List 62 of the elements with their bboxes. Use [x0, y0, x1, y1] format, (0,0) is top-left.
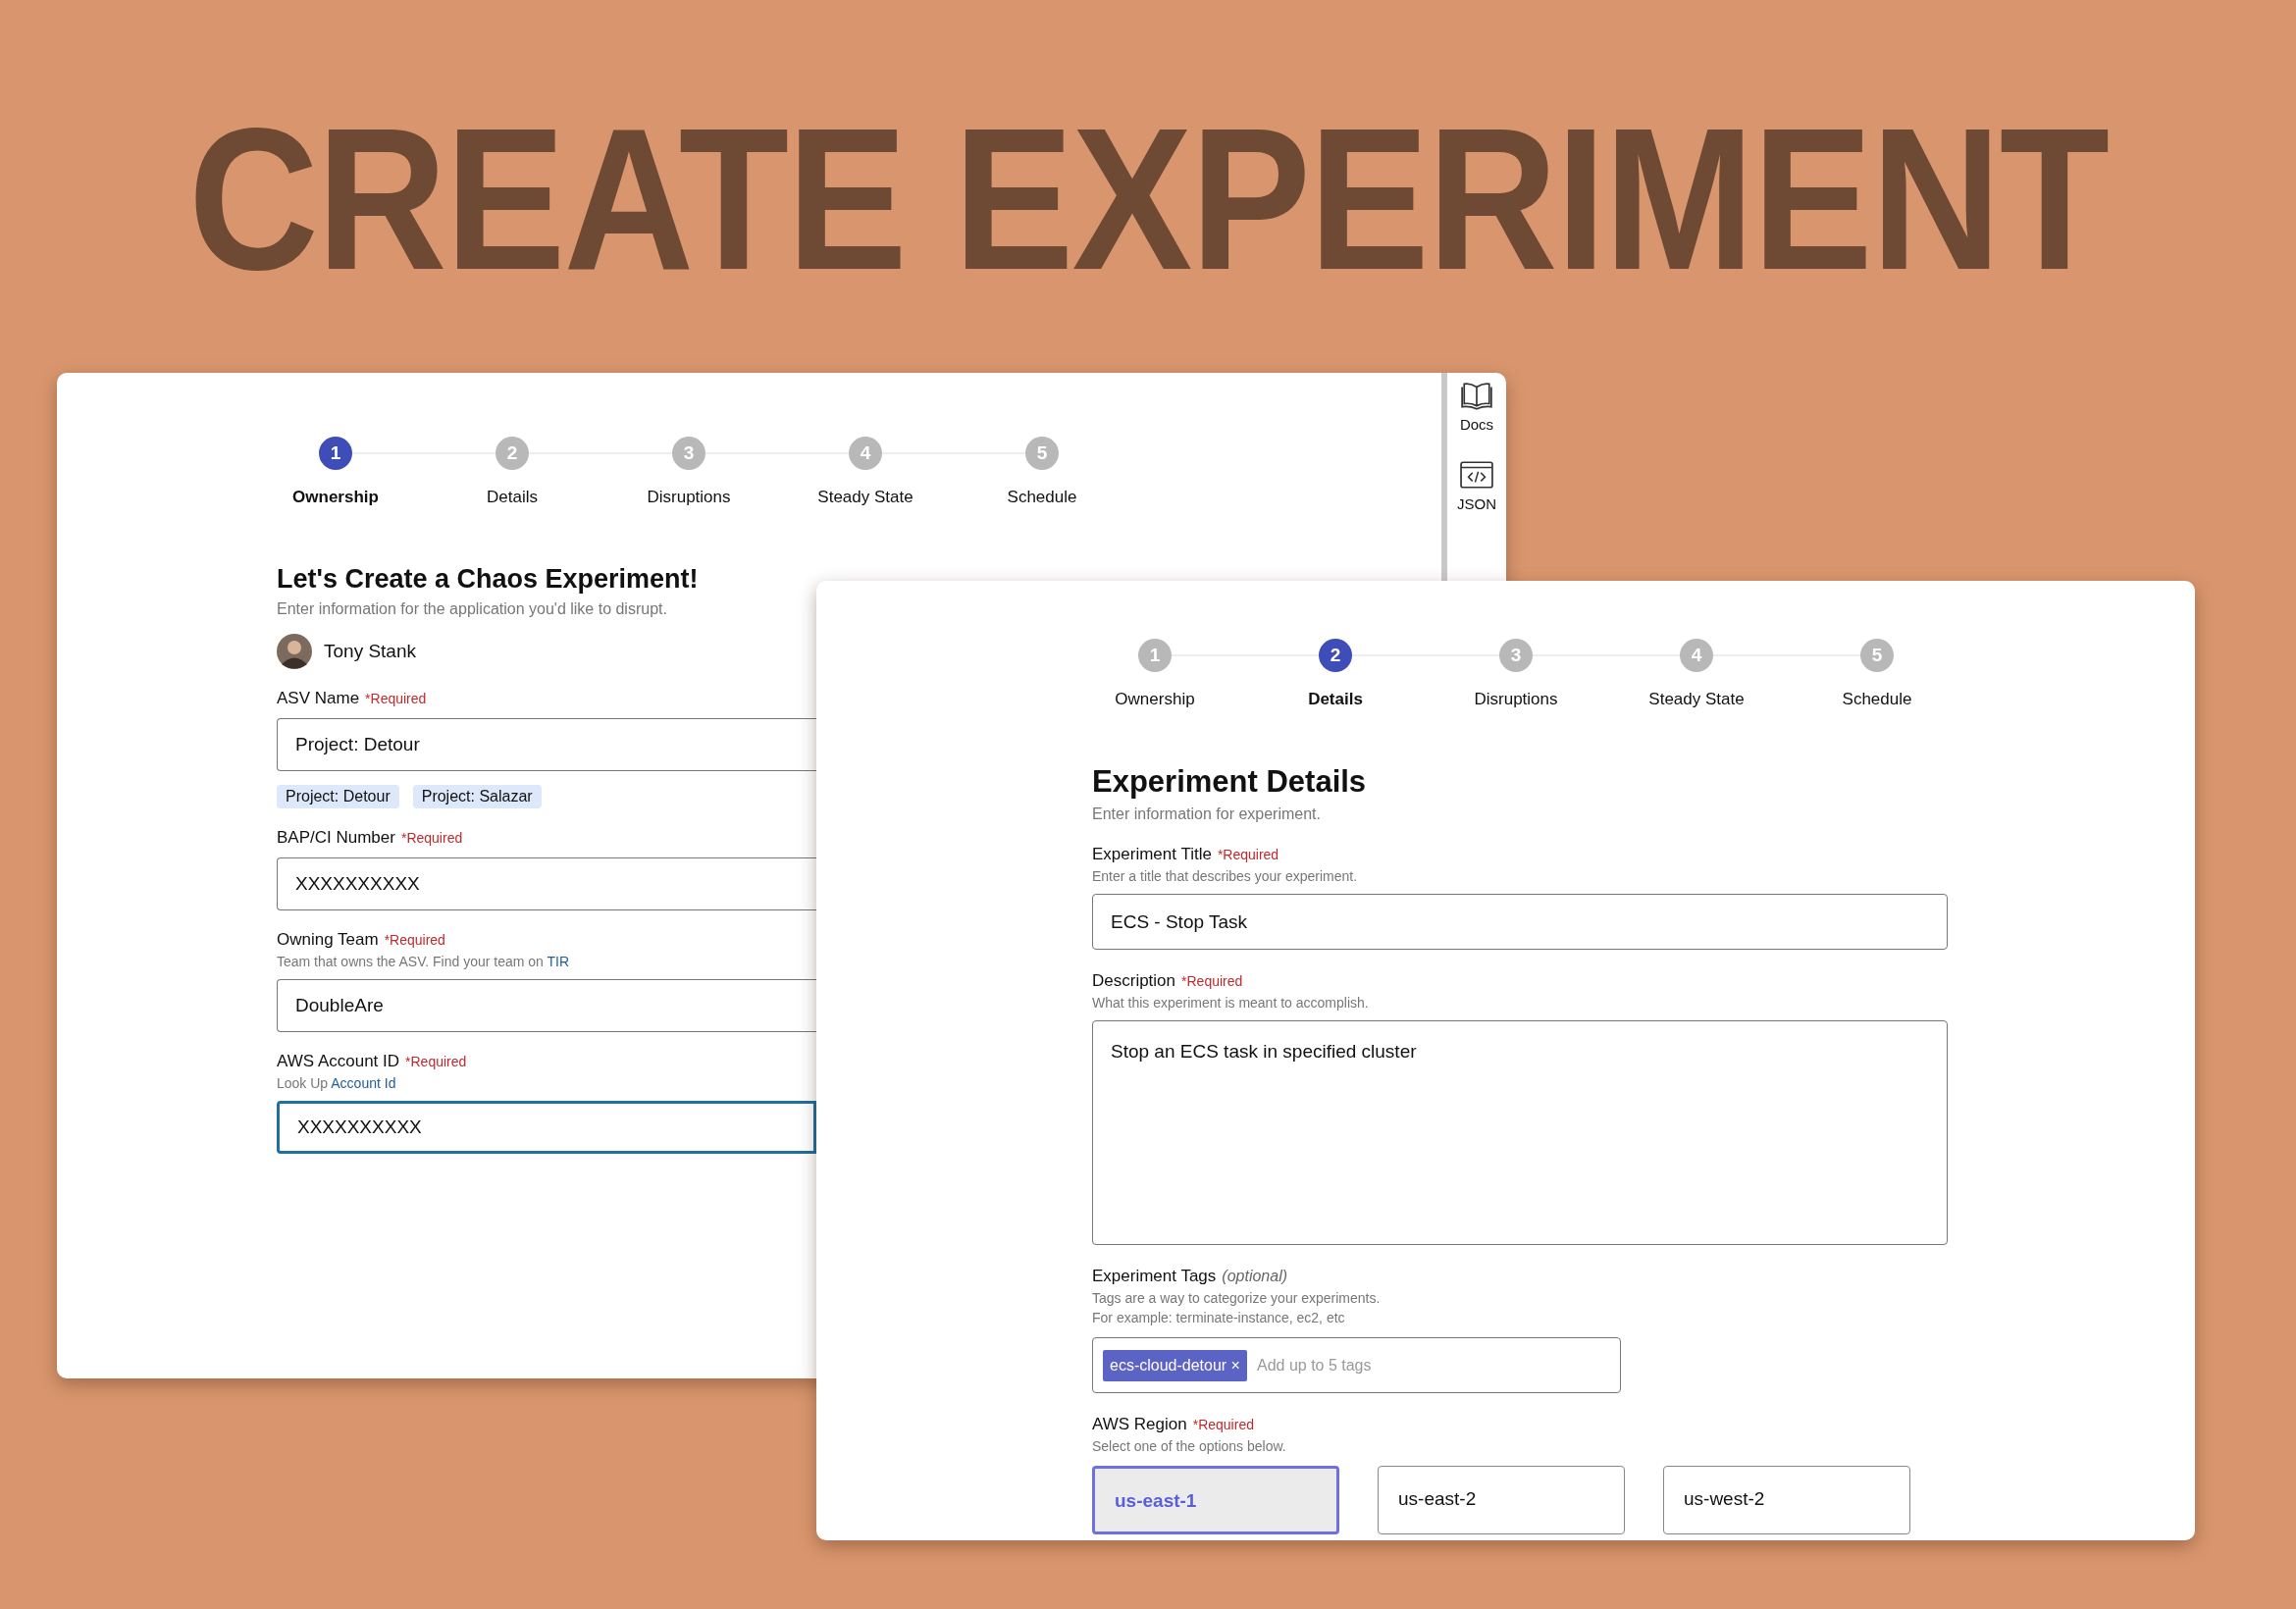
step-label[interactable]: Details: [487, 488, 538, 507]
tag-input-field[interactable]: ecs-cloud-detour × Add up to 5 tags: [1092, 1337, 1621, 1393]
step-label[interactable]: Disruptions: [1474, 690, 1558, 709]
field-hint: Look Up Account Id: [277, 1075, 396, 1091]
field-label: Owning Team: [277, 930, 379, 950]
field-hint: Select one of the options below.: [1092, 1438, 1286, 1454]
page-heading: Experiment Details: [1092, 764, 1368, 800]
step-number[interactable]: 2: [1319, 639, 1352, 672]
step-number[interactable]: 1: [319, 437, 352, 470]
region-option[interactable]: us-east-1: [1092, 1466, 1339, 1534]
field-label: ASV Name: [277, 689, 360, 708]
suggestion-chip[interactable]: Project: Detour: [277, 785, 399, 808]
text-area[interactable]: Stop an ECS task in specified cluster: [1092, 1020, 1948, 1245]
suggestion-chip[interactable]: Project: Salazar: [412, 785, 542, 808]
field-hint: For example: terminate-instance, ec2, etc: [1092, 1310, 1345, 1325]
required-note: *Required: [1192, 1417, 1254, 1432]
hint-link[interactable]: TIR: [547, 954, 570, 969]
headline: CREATE EXPERIMENT: [186, 84, 2110, 311]
optional-note: (optional): [1222, 1268, 1287, 1285]
required-note: *Required: [1181, 973, 1243, 989]
step-label[interactable]: Disruptions: [647, 488, 731, 507]
book-icon[interactable]: [1460, 381, 1493, 410]
input-field[interactable]: DoubleAre: [277, 979, 816, 1032]
code-window-icon[interactable]: [1460, 460, 1493, 490]
hint-link[interactable]: Account Id: [331, 1075, 396, 1091]
field-hint: What this experiment is meant to accomplish.: [1092, 995, 1369, 1011]
page-heading: Let's Create a Chaos Experiment!: [277, 564, 700, 595]
page-subheading: Enter information for the application you'd like to disrupt.: [277, 600, 668, 618]
avatar-icon: [277, 634, 312, 669]
field-label: Experiment Title: [1092, 845, 1212, 864]
field-hint: Enter a title that describes your experiment.: [1092, 868, 1358, 884]
side-label[interactable]: JSON: [1457, 495, 1496, 512]
required-note: *Required: [384, 932, 445, 948]
region-option[interactable]: us-west-2: [1663, 1466, 1910, 1534]
input-field[interactable]: Project: Detour: [277, 718, 816, 771]
tag-chip[interactable]: ecs-cloud-detour ×: [1103, 1349, 1247, 1381]
field-hint: Tags are a way to categorize your experiments.: [1092, 1290, 1381, 1306]
page-subheading: Enter information for experiment.: [1092, 805, 1322, 823]
step-label[interactable]: Details: [1308, 690, 1363, 709]
field-label: BAP/CI Number: [277, 828, 395, 848]
step-label[interactable]: Schedule: [1842, 690, 1912, 709]
field-label: Experiment Tags: [1092, 1267, 1217, 1286]
field-label: AWS Account ID: [277, 1052, 400, 1071]
input-field[interactable]: XXXXXXXXXX: [277, 1101, 816, 1154]
step-label[interactable]: Ownership: [292, 488, 379, 507]
required-note: *Required: [365, 691, 427, 706]
step-label[interactable]: Ownership: [1115, 690, 1195, 709]
step-label[interactable]: Schedule: [1007, 488, 1077, 507]
field-hint: Team that owns the ASV. Find your team on TIR: [277, 954, 570, 969]
required-note: *Required: [405, 1054, 467, 1069]
region-option[interactable]: us-east-2: [1378, 1466, 1625, 1534]
placeholder-text: Add up to 5 tags: [1256, 1356, 1372, 1375]
field-label: AWS Region: [1092, 1415, 1187, 1434]
step-label[interactable]: Steady State: [1648, 690, 1745, 709]
input-field[interactable]: ECS - Stop Task: [1092, 894, 1948, 950]
step-label[interactable]: Steady State: [817, 488, 913, 507]
side-label[interactable]: Docs: [1459, 416, 1494, 433]
user-name: Tony Stank: [324, 641, 416, 662]
field-label: Description: [1092, 971, 1176, 991]
required-note: *Required: [1217, 847, 1279, 862]
required-note: *Required: [400, 830, 463, 846]
input-field[interactable]: XXXXXXXXXX: [277, 857, 816, 910]
